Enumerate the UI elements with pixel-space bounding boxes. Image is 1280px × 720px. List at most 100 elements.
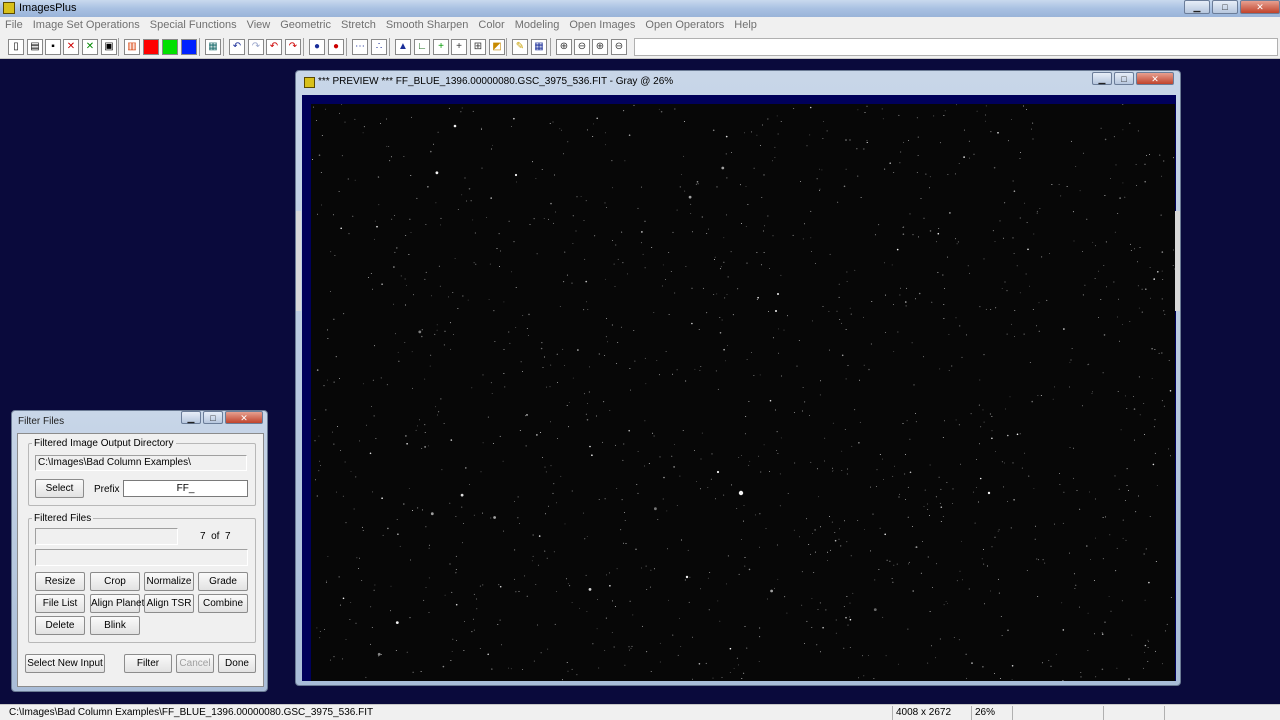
app-title-bar[interactable]: ImagesPlus ▁ □ ✕ xyxy=(0,0,1280,17)
star xyxy=(1113,136,1115,138)
delete-button[interactable]: Delete xyxy=(35,616,85,635)
select-region-icon[interactable]: ⊞ xyxy=(470,39,486,55)
menu-special-functions[interactable]: Special Functions xyxy=(145,17,242,35)
star xyxy=(450,439,453,441)
save-icon[interactable]: ▪ xyxy=(45,39,61,55)
file-list-button[interactable]: File List xyxy=(35,594,85,613)
zoom-fit-icon[interactable]: ⊕ xyxy=(592,39,608,55)
preview-minimize-button[interactable]: ▁ xyxy=(1092,72,1112,85)
menu-open-images[interactable]: Open Images xyxy=(564,17,640,35)
preview-close-button[interactable]: ✕ xyxy=(1136,72,1174,85)
star xyxy=(866,105,868,107)
star xyxy=(779,505,781,507)
menu-help[interactable]: Help xyxy=(729,17,762,35)
star xyxy=(836,310,838,312)
left-resize-handle[interactable] xyxy=(296,211,301,311)
star xyxy=(580,195,582,197)
zoom-in-icon[interactable]: ⊕ xyxy=(556,39,572,55)
histogram-icon[interactable]: ▲ xyxy=(395,39,411,55)
star xyxy=(821,169,823,171)
star xyxy=(1149,267,1151,268)
blue-dot-icon[interactable]: ● xyxy=(309,39,325,55)
new-file-icon[interactable]: ▯ xyxy=(8,39,24,55)
star xyxy=(405,235,407,237)
prefix-input[interactable]: FF_ xyxy=(123,480,248,497)
zoom-actual-icon[interactable]: ⊖ xyxy=(611,39,627,55)
redo-red-icon[interactable]: ↷ xyxy=(285,39,301,55)
red-dot-icon[interactable]: ● xyxy=(328,39,344,55)
normalize-button[interactable]: Normalize xyxy=(144,572,194,591)
filter-minimize-button[interactable]: ▁ xyxy=(181,411,201,424)
menu-smooth-sharpen[interactable]: Smooth Sharpen xyxy=(381,17,474,35)
undo-red-icon[interactable]: ↶ xyxy=(266,39,282,55)
filter-close-button[interactable]: ✕ xyxy=(225,411,263,424)
menu-image-set-operations[interactable]: Image Set Operations xyxy=(28,17,145,35)
menu-color[interactable]: Color xyxy=(473,17,509,35)
maximize-button[interactable]: □ xyxy=(1212,0,1238,14)
grid-pattern-icon[interactable]: ▦ xyxy=(205,39,221,55)
crosshair-green-icon[interactable]: + xyxy=(433,39,449,55)
preview-window[interactable]: *** PREVIEW *** FF_BLUE_1396.00000080.GS… xyxy=(295,70,1181,686)
resize-button[interactable]: Resize xyxy=(35,572,85,591)
grade-button[interactable]: Grade xyxy=(198,572,248,591)
star xyxy=(930,645,932,647)
star xyxy=(857,175,859,177)
star xyxy=(329,659,331,661)
red-channel-icon[interactable] xyxy=(143,39,159,55)
star xyxy=(929,176,931,178)
align-planet-button[interactable]: Align Planet xyxy=(90,594,144,613)
blink-button[interactable]: Blink xyxy=(90,616,140,635)
star xyxy=(659,661,661,663)
star xyxy=(1086,218,1088,220)
undo-icon[interactable]: ↶ xyxy=(229,39,245,55)
close-button[interactable]: ✕ xyxy=(1240,0,1280,14)
menu-view[interactable]: View xyxy=(242,17,276,35)
star xyxy=(345,638,347,640)
select-new-input-button[interactable]: Select New Input xyxy=(25,654,105,673)
blue-channel-icon[interactable] xyxy=(181,39,197,55)
close-all-icon[interactable]: ✕ xyxy=(82,39,98,55)
menu-modeling[interactable]: Modeling xyxy=(510,17,565,35)
menu-file[interactable]: File xyxy=(0,17,28,35)
star xyxy=(1023,333,1025,335)
filter-button[interactable]: Filter xyxy=(124,654,172,673)
copy-window-icon[interactable]: ▣ xyxy=(101,39,117,55)
image-info-icon[interactable]: ◩ xyxy=(489,39,505,55)
filter-files-window[interactable]: Filter Files ▁ □ ✕ Filtered Image Output… xyxy=(11,410,268,692)
open-folder-icon[interactable]: ▤ xyxy=(27,39,43,55)
preview-maximize-button[interactable]: □ xyxy=(1114,72,1134,85)
select-directory-button[interactable]: Select xyxy=(35,479,84,498)
right-resize-handle[interactable] xyxy=(1175,211,1180,311)
star xyxy=(640,242,642,244)
axis-icon[interactable]: ∟ xyxy=(414,39,430,55)
crop-button[interactable]: Crop xyxy=(90,572,140,591)
combine-button[interactable]: Combine xyxy=(198,594,248,613)
menu-geometric[interactable]: Geometric xyxy=(275,17,336,35)
close-image-icon[interactable]: ✕ xyxy=(63,39,79,55)
star xyxy=(1091,393,1093,395)
menu-open-operators[interactable]: Open Operators xyxy=(640,17,729,35)
rgb-channels-icon[interactable]: ▥ xyxy=(124,39,140,55)
star xyxy=(455,555,457,557)
star xyxy=(1161,175,1163,177)
redo-icon[interactable]: ↷ xyxy=(248,39,264,55)
filter-maximize-button[interactable]: □ xyxy=(203,411,223,424)
pixel-grid-icon[interactable]: ▦ xyxy=(531,39,547,55)
star xyxy=(1117,316,1118,318)
crosshair-icon[interactable]: + xyxy=(451,39,467,55)
point-plot-icon[interactable]: ∴ xyxy=(371,39,387,55)
status-bar: C:\Images\Bad Column Examples\FF_BLUE_13… xyxy=(0,704,1280,720)
dotted-line-icon[interactable]: ⋯ xyxy=(352,39,368,55)
menu-stretch[interactable]: Stretch xyxy=(336,17,381,35)
star xyxy=(373,415,375,417)
green-channel-icon[interactable] xyxy=(162,39,178,55)
pencil-icon[interactable]: ✎ xyxy=(512,39,528,55)
minimize-button[interactable]: ▁ xyxy=(1184,0,1210,14)
star xyxy=(489,263,491,265)
align-tsr-button[interactable]: Align TSR xyxy=(144,594,194,613)
zoom-out-icon[interactable]: ⊖ xyxy=(574,39,590,55)
star xyxy=(1004,202,1006,204)
done-button[interactable]: Done xyxy=(218,654,256,673)
star-field-image[interactable] xyxy=(311,104,1175,681)
star xyxy=(755,514,757,516)
